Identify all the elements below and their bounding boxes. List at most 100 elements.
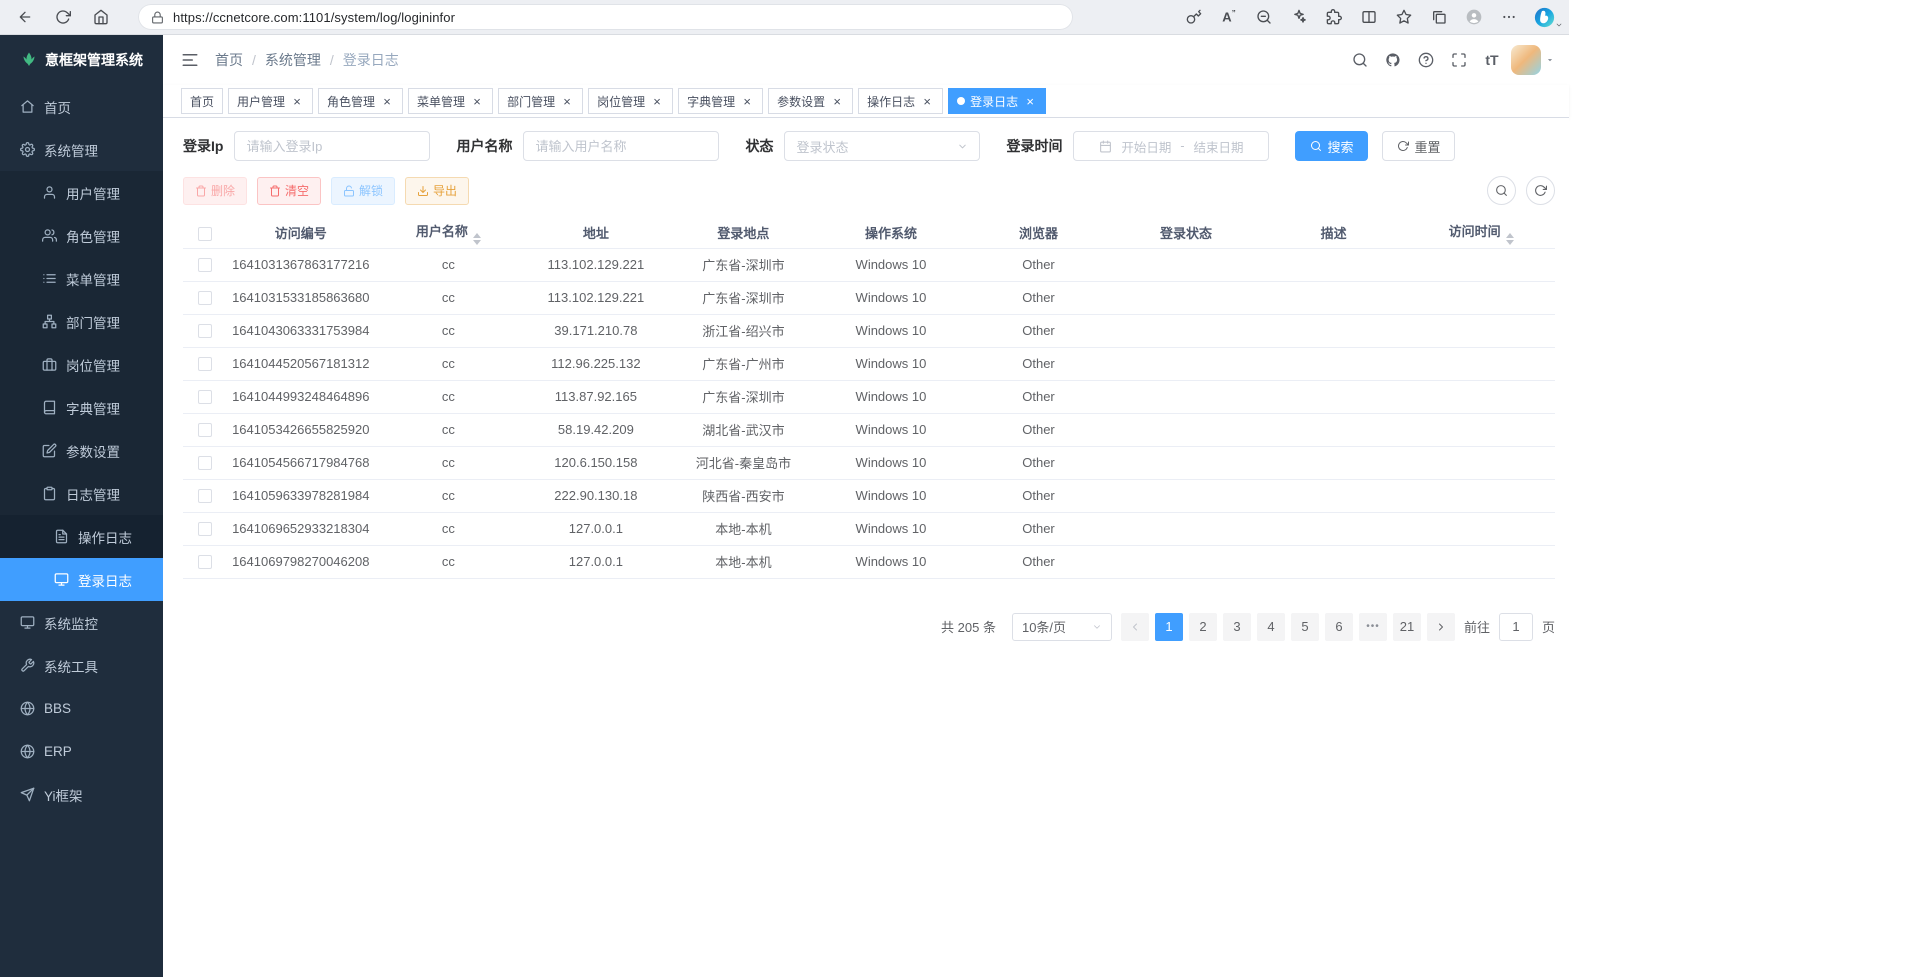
translate-button[interactable]: [1284, 3, 1314, 31]
column-header[interactable]: 访问编号: [227, 218, 375, 248]
sort-icon[interactable]: [1506, 233, 1514, 245]
page-5-button[interactable]: 5: [1291, 613, 1319, 641]
tab-close-icon[interactable]: ×: [290, 94, 304, 108]
row-checkbox[interactable]: [198, 489, 212, 503]
breadcrumb-item-home[interactable]: 首页: [215, 50, 243, 70]
favorites-button[interactable]: [1389, 3, 1419, 31]
refresh-list-button[interactable]: [1526, 176, 1555, 205]
column-header[interactable]: 浏览器: [965, 218, 1113, 248]
app-logo[interactable]: 意框架管理系统: [0, 35, 163, 85]
tab-close-icon[interactable]: ×: [830, 94, 844, 108]
sidebar-item-7[interactable]: 字典管理: [0, 386, 163, 429]
tab-close-icon[interactable]: ×: [920, 94, 934, 108]
table-row[interactable]: 1641044993248464896cc113.87.92.165广东省-深圳…: [183, 380, 1555, 413]
sidebar-item-13[interactable]: 系统工具: [0, 644, 163, 687]
table-row[interactable]: 1641059633978281984cc222.90.130.18陕西省-西安…: [183, 479, 1555, 512]
login-ip-input[interactable]: [234, 131, 430, 161]
split-screen-button[interactable]: [1354, 3, 1384, 31]
table-row[interactable]: 1641069652933218304cc127.0.0.1本地-本机Windo…: [183, 512, 1555, 545]
profile-button[interactable]: [1459, 3, 1489, 31]
tab-close-icon[interactable]: ×: [560, 94, 574, 108]
table-row[interactable]: 1641031367863177216cc113.102.129.221广东省-…: [183, 248, 1555, 281]
row-checkbox[interactable]: [198, 390, 212, 404]
tab-close-icon[interactable]: ×: [740, 94, 754, 108]
page-6-button[interactable]: 6: [1325, 613, 1353, 641]
table-row[interactable]: 1641043063331753984cc39.171.210.78浙江省-绍兴…: [183, 314, 1555, 347]
row-checkbox[interactable]: [198, 324, 212, 338]
status-select[interactable]: 登录状态: [784, 131, 980, 161]
tab-8[interactable]: 操作日志×: [858, 88, 943, 114]
extensions-button[interactable]: [1319, 3, 1349, 31]
row-checkbox[interactable]: [198, 423, 212, 437]
login-time-range[interactable]: 开始日期 - 结束日期: [1073, 131, 1269, 161]
table-row[interactable]: 1641031533185863680cc113.102.129.221广东省-…: [183, 281, 1555, 314]
browser-home-button[interactable]: [86, 3, 116, 31]
prev-page-button[interactable]: [1121, 613, 1149, 641]
row-checkbox[interactable]: [198, 258, 212, 272]
column-header[interactable]: 登录地点: [670, 218, 818, 248]
select-all-checkbox[interactable]: [198, 227, 212, 241]
tab-1[interactable]: 用户管理×: [228, 88, 313, 114]
table-row[interactable]: 1641053426655825920cc58.19.42.209湖北省-武汉市…: [183, 413, 1555, 446]
column-header[interactable]: 描述: [1260, 218, 1408, 248]
delete-button[interactable]: 删除: [183, 177, 247, 205]
more-button[interactable]: [1494, 3, 1524, 31]
refresh-button[interactable]: [48, 3, 78, 31]
back-button[interactable]: [10, 3, 40, 31]
column-header[interactable]: 访问时间: [1407, 218, 1555, 248]
page-3-button[interactable]: 3: [1223, 613, 1251, 641]
sidebar-item-16[interactable]: Yi框架: [0, 773, 163, 816]
address-bar[interactable]: https://ccnetcore.com:1101/system/log/lo…: [138, 4, 1073, 30]
read-aloud-button[interactable]: A”: [1214, 3, 1244, 31]
unlock-button[interactable]: 解锁: [331, 177, 395, 205]
table-row[interactable]: 1641054566717984768cc120.6.150.158河北省-秦皇…: [183, 446, 1555, 479]
more-pages-button[interactable]: •••: [1359, 613, 1387, 641]
copilot-button[interactable]: [1529, 3, 1559, 31]
column-header[interactable]: 地址: [522, 218, 670, 248]
sidebar-item-0[interactable]: 首页: [0, 85, 163, 128]
page-4-button[interactable]: 4: [1257, 613, 1285, 641]
table-row[interactable]: 1641069798270046208cc127.0.0.1本地-本机Windo…: [183, 545, 1555, 578]
page-21-button[interactable]: 21: [1393, 613, 1421, 641]
collections-button[interactable]: [1424, 3, 1454, 31]
page-2-button[interactable]: 2: [1189, 613, 1217, 641]
column-header[interactable]: 登录状态: [1112, 218, 1260, 248]
sidebar-item-9[interactable]: 日志管理: [0, 472, 163, 515]
export-button[interactable]: 导出: [405, 177, 469, 205]
search-toggle-button[interactable]: [1487, 176, 1516, 205]
text-size-button[interactable]: tT: [1479, 46, 1505, 74]
tab-3[interactable]: 菜单管理×: [408, 88, 493, 114]
user-menu[interactable]: [1511, 45, 1555, 75]
tab-4[interactable]: 部门管理×: [498, 88, 583, 114]
page-1-button[interactable]: 1: [1155, 613, 1183, 641]
sidebar-item-5[interactable]: 部门管理: [0, 300, 163, 343]
tab-6[interactable]: 字典管理×: [678, 88, 763, 114]
page-size-select[interactable]: 10条/页: [1012, 613, 1112, 641]
tab-close-icon[interactable]: ×: [380, 94, 394, 108]
fullscreen-button[interactable]: [1446, 46, 1472, 74]
row-checkbox[interactable]: [198, 456, 212, 470]
sidebar-item-8[interactable]: 参数设置: [0, 429, 163, 472]
tab-0[interactable]: 首页: [181, 88, 223, 114]
sidebar-item-1[interactable]: 系统管理: [0, 128, 163, 171]
sort-icon[interactable]: [473, 233, 481, 245]
search-button[interactable]: [1347, 46, 1373, 74]
row-checkbox[interactable]: [198, 522, 212, 536]
sidebar-item-3[interactable]: 角色管理: [0, 214, 163, 257]
sidebar-item-4[interactable]: 菜单管理: [0, 257, 163, 300]
question-button[interactable]: [1413, 46, 1439, 74]
next-page-button[interactable]: [1427, 613, 1455, 641]
sidebar-item-10[interactable]: 操作日志: [0, 515, 163, 558]
sidebar-item-11[interactable]: 登录日志: [0, 558, 163, 601]
tab-7[interactable]: 参数设置×: [768, 88, 853, 114]
row-checkbox[interactable]: [198, 555, 212, 569]
breadcrumb-item-system[interactable]: 系统管理: [265, 50, 321, 70]
username-input[interactable]: [523, 131, 719, 161]
tab-close-icon[interactable]: ×: [1023, 94, 1037, 108]
sidebar-item-6[interactable]: 岗位管理: [0, 343, 163, 386]
sidebar-item-15[interactable]: ERP: [0, 730, 163, 773]
tab-5[interactable]: 岗位管理×: [588, 88, 673, 114]
zoom-out-button[interactable]: [1249, 3, 1279, 31]
sidebar-item-14[interactable]: BBS: [0, 687, 163, 730]
key-button[interactable]: [1179, 3, 1209, 31]
